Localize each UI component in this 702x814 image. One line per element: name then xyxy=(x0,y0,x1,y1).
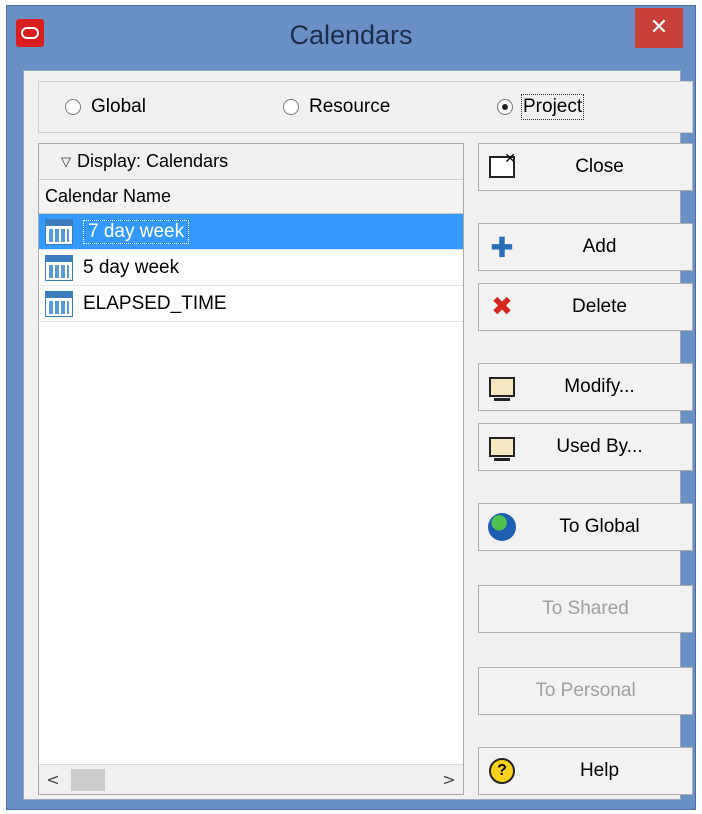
radio-global-indicator[interactable] xyxy=(65,99,81,115)
to-personal-button[interactable]: To Personal xyxy=(478,667,693,715)
window-title: Calendars xyxy=(289,20,413,50)
list-item-label: ELAPSED_TIME xyxy=(83,292,227,314)
delete-icon: ✖ xyxy=(491,292,513,322)
monitor-icon xyxy=(489,377,515,401)
help-button[interactable]: ? Help xyxy=(478,747,693,795)
delete-button-label: Delete xyxy=(572,296,627,317)
radio-resource-indicator[interactable] xyxy=(283,99,299,115)
delete-button[interactable]: ✖ Delete xyxy=(478,283,693,331)
radio-resource[interactable]: Resource xyxy=(283,96,390,118)
help-button-label: Help xyxy=(579,760,620,781)
display-menu-label: Display: Calendars xyxy=(77,151,229,171)
scope-radio-group: Global Resource Project xyxy=(38,81,693,133)
list-item[interactable]: ELAPSED_TIME xyxy=(39,286,463,322)
scroll-right-icon[interactable]: > xyxy=(435,770,463,789)
title-bar: Calendars ✕ xyxy=(7,6,695,68)
used-by-button[interactable]: Used By... xyxy=(478,423,693,471)
calendar-icon xyxy=(45,290,73,317)
to-shared-button-label: To Shared xyxy=(542,598,629,619)
modify-button[interactable]: Modify... xyxy=(478,363,693,411)
scroll-left-icon[interactable]: < xyxy=(39,770,67,789)
dialog-body: Global Resource Project ▽ Display: Calen… xyxy=(23,70,693,800)
calendar-icon xyxy=(45,218,73,245)
help-icon: ? xyxy=(489,758,515,784)
list-item-label: 7 day week xyxy=(83,219,190,244)
radio-global[interactable]: Global xyxy=(65,96,146,118)
calendar-list-panel: ▽ Display: Calendars Calendar Name 7 day… xyxy=(38,143,464,795)
globe-icon xyxy=(488,513,516,541)
column-header-calendar-name[interactable]: Calendar Name xyxy=(39,180,463,214)
list-item-label: 5 day week xyxy=(83,256,180,278)
radio-project[interactable]: Project xyxy=(497,94,585,120)
to-shared-button[interactable]: To Shared xyxy=(478,585,693,633)
calendars-window: Calendars ✕ Global Resource Project ▽ Di… xyxy=(6,5,696,810)
scrollbar-thumb[interactable] xyxy=(71,769,105,791)
to-global-button-label: To Global xyxy=(559,516,640,537)
calendar-icon xyxy=(45,254,73,281)
close-window-icon xyxy=(489,151,516,178)
window-close-button[interactable]: ✕ xyxy=(635,8,683,48)
add-icon: ✚ xyxy=(490,230,514,264)
used-by-button-label: Used By... xyxy=(556,436,643,457)
list-item[interactable]: 7 day week xyxy=(39,214,463,250)
modify-button-label: Modify... xyxy=(564,376,635,397)
to-global-button[interactable]: To Global xyxy=(478,503,693,551)
monitor-icon xyxy=(489,437,515,461)
add-button[interactable]: ✚ Add xyxy=(478,223,693,271)
radio-project-label[interactable]: Project xyxy=(520,94,585,120)
close-button[interactable]: Close xyxy=(478,143,693,191)
radio-global-label[interactable]: Global xyxy=(91,96,146,118)
to-personal-button-label: To Personal xyxy=(535,680,636,701)
radio-resource-label[interactable]: Resource xyxy=(309,96,390,118)
display-menu[interactable]: ▽ Display: Calendars xyxy=(39,144,463,180)
close-button-label: Close xyxy=(575,156,624,177)
horizontal-scrollbar[interactable]: < > xyxy=(39,764,463,794)
scrollbar-track[interactable] xyxy=(67,765,435,794)
radio-project-indicator[interactable] xyxy=(497,99,513,115)
chevron-down-icon: ▽ xyxy=(61,153,71,169)
list-item[interactable]: 5 day week xyxy=(39,250,463,286)
add-button-label: Add xyxy=(582,236,617,257)
